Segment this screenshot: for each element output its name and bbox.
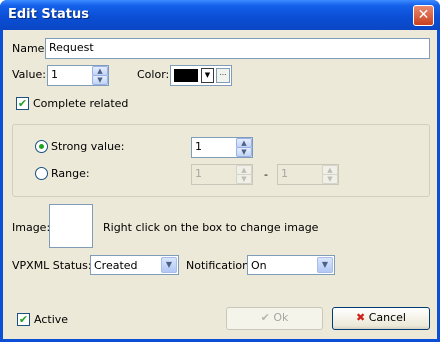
range-radio[interactable] [35,167,48,180]
ellipsis-icon: ··· [219,71,227,79]
arrow-up-icon: ▲ [241,166,247,174]
arrow-up-icon: ▲ [97,67,103,75]
complete-related-checkbox[interactable]: ✔ [16,97,29,110]
image-box[interactable] [49,204,93,248]
image-hint: Right click on the box to change image [103,221,319,234]
vpxml-status-label: VPXML Status: [12,259,92,272]
notification-value: On [251,259,267,272]
dialog-title: Edit Status [8,7,89,22]
color-more-button[interactable]: ··· [216,68,230,83]
arrow-down-icon: ▼ [97,76,103,84]
arrow-down-icon: ▼ [327,175,333,183]
chevron-down-icon: ▼ [204,71,211,79]
title-bar[interactable]: Edit Status ✕ [0,0,440,30]
ok-label: Ok [273,311,289,324]
cancel-label: Cancel [368,311,406,324]
range-from-spin-down[interactable]: ▼ [236,174,252,184]
strong-value-label: Strong value: [51,140,125,153]
color-swatch [174,69,198,82]
range-to-text: 1 [281,167,288,180]
arrow-down-icon: ▼ [241,148,247,156]
value-mode-group [12,124,430,197]
vpxml-status-select[interactable]: Created ▼ [90,255,179,275]
strong-value-spin-down[interactable]: ▼ [236,147,252,157]
check-icon: ✔ [17,97,28,110]
complete-related-label: Complete related [33,97,129,110]
color-dropdown-button[interactable]: ▼ [201,68,214,83]
radio-selected-dot [39,144,44,149]
range-to-spin-down[interactable]: ▼ [322,174,338,184]
cancel-icon: ✖ [356,311,366,324]
active-checkbox[interactable]: ✔ [17,313,30,326]
strong-value-text: 1 [195,140,202,153]
cancel-button[interactable]: ✖ Cancel [332,307,430,330]
close-icon: ✕ [417,7,430,23]
notification-select[interactable]: On ▼ [247,255,335,275]
active-label: Active [34,313,69,326]
color-picker[interactable]: ▼ ··· [170,65,232,86]
color-label: Color: [137,68,170,81]
arrow-up-icon: ▲ [241,139,247,147]
check-icon: ✔ [260,311,270,324]
name-label: Name [12,42,45,55]
chevron-down-icon: ▼ [317,257,333,273]
strong-value-radio[interactable] [35,140,48,153]
value-spin-down[interactable]: ▼ [92,75,108,85]
close-button[interactable]: ✕ [413,5,434,26]
name-input[interactable]: Request [45,38,430,59]
arrow-down-icon: ▼ [241,175,247,183]
vpxml-status-value: Created [94,259,138,272]
value-text: 1 [51,68,58,81]
notification-label: Notification: [186,259,253,272]
image-label: Image: [12,221,51,234]
ok-button[interactable]: ✔ Ok [226,307,323,330]
value-label: Value: [12,68,46,81]
arrow-up-icon: ▲ [327,166,333,174]
range-separator: - [264,168,268,181]
check-icon: ✔ [18,313,29,326]
dialog-body: Name Request Value: 1 ▲ ▼ Color: ▼ ··· ✔… [3,30,437,339]
dialog-window: Edit Status ✕ Name Request Value: 1 ▲ ▼ … [0,0,440,342]
range-label: Range: [51,167,90,180]
chevron-down-icon: ▼ [161,257,177,273]
range-from-text: 1 [195,167,202,180]
